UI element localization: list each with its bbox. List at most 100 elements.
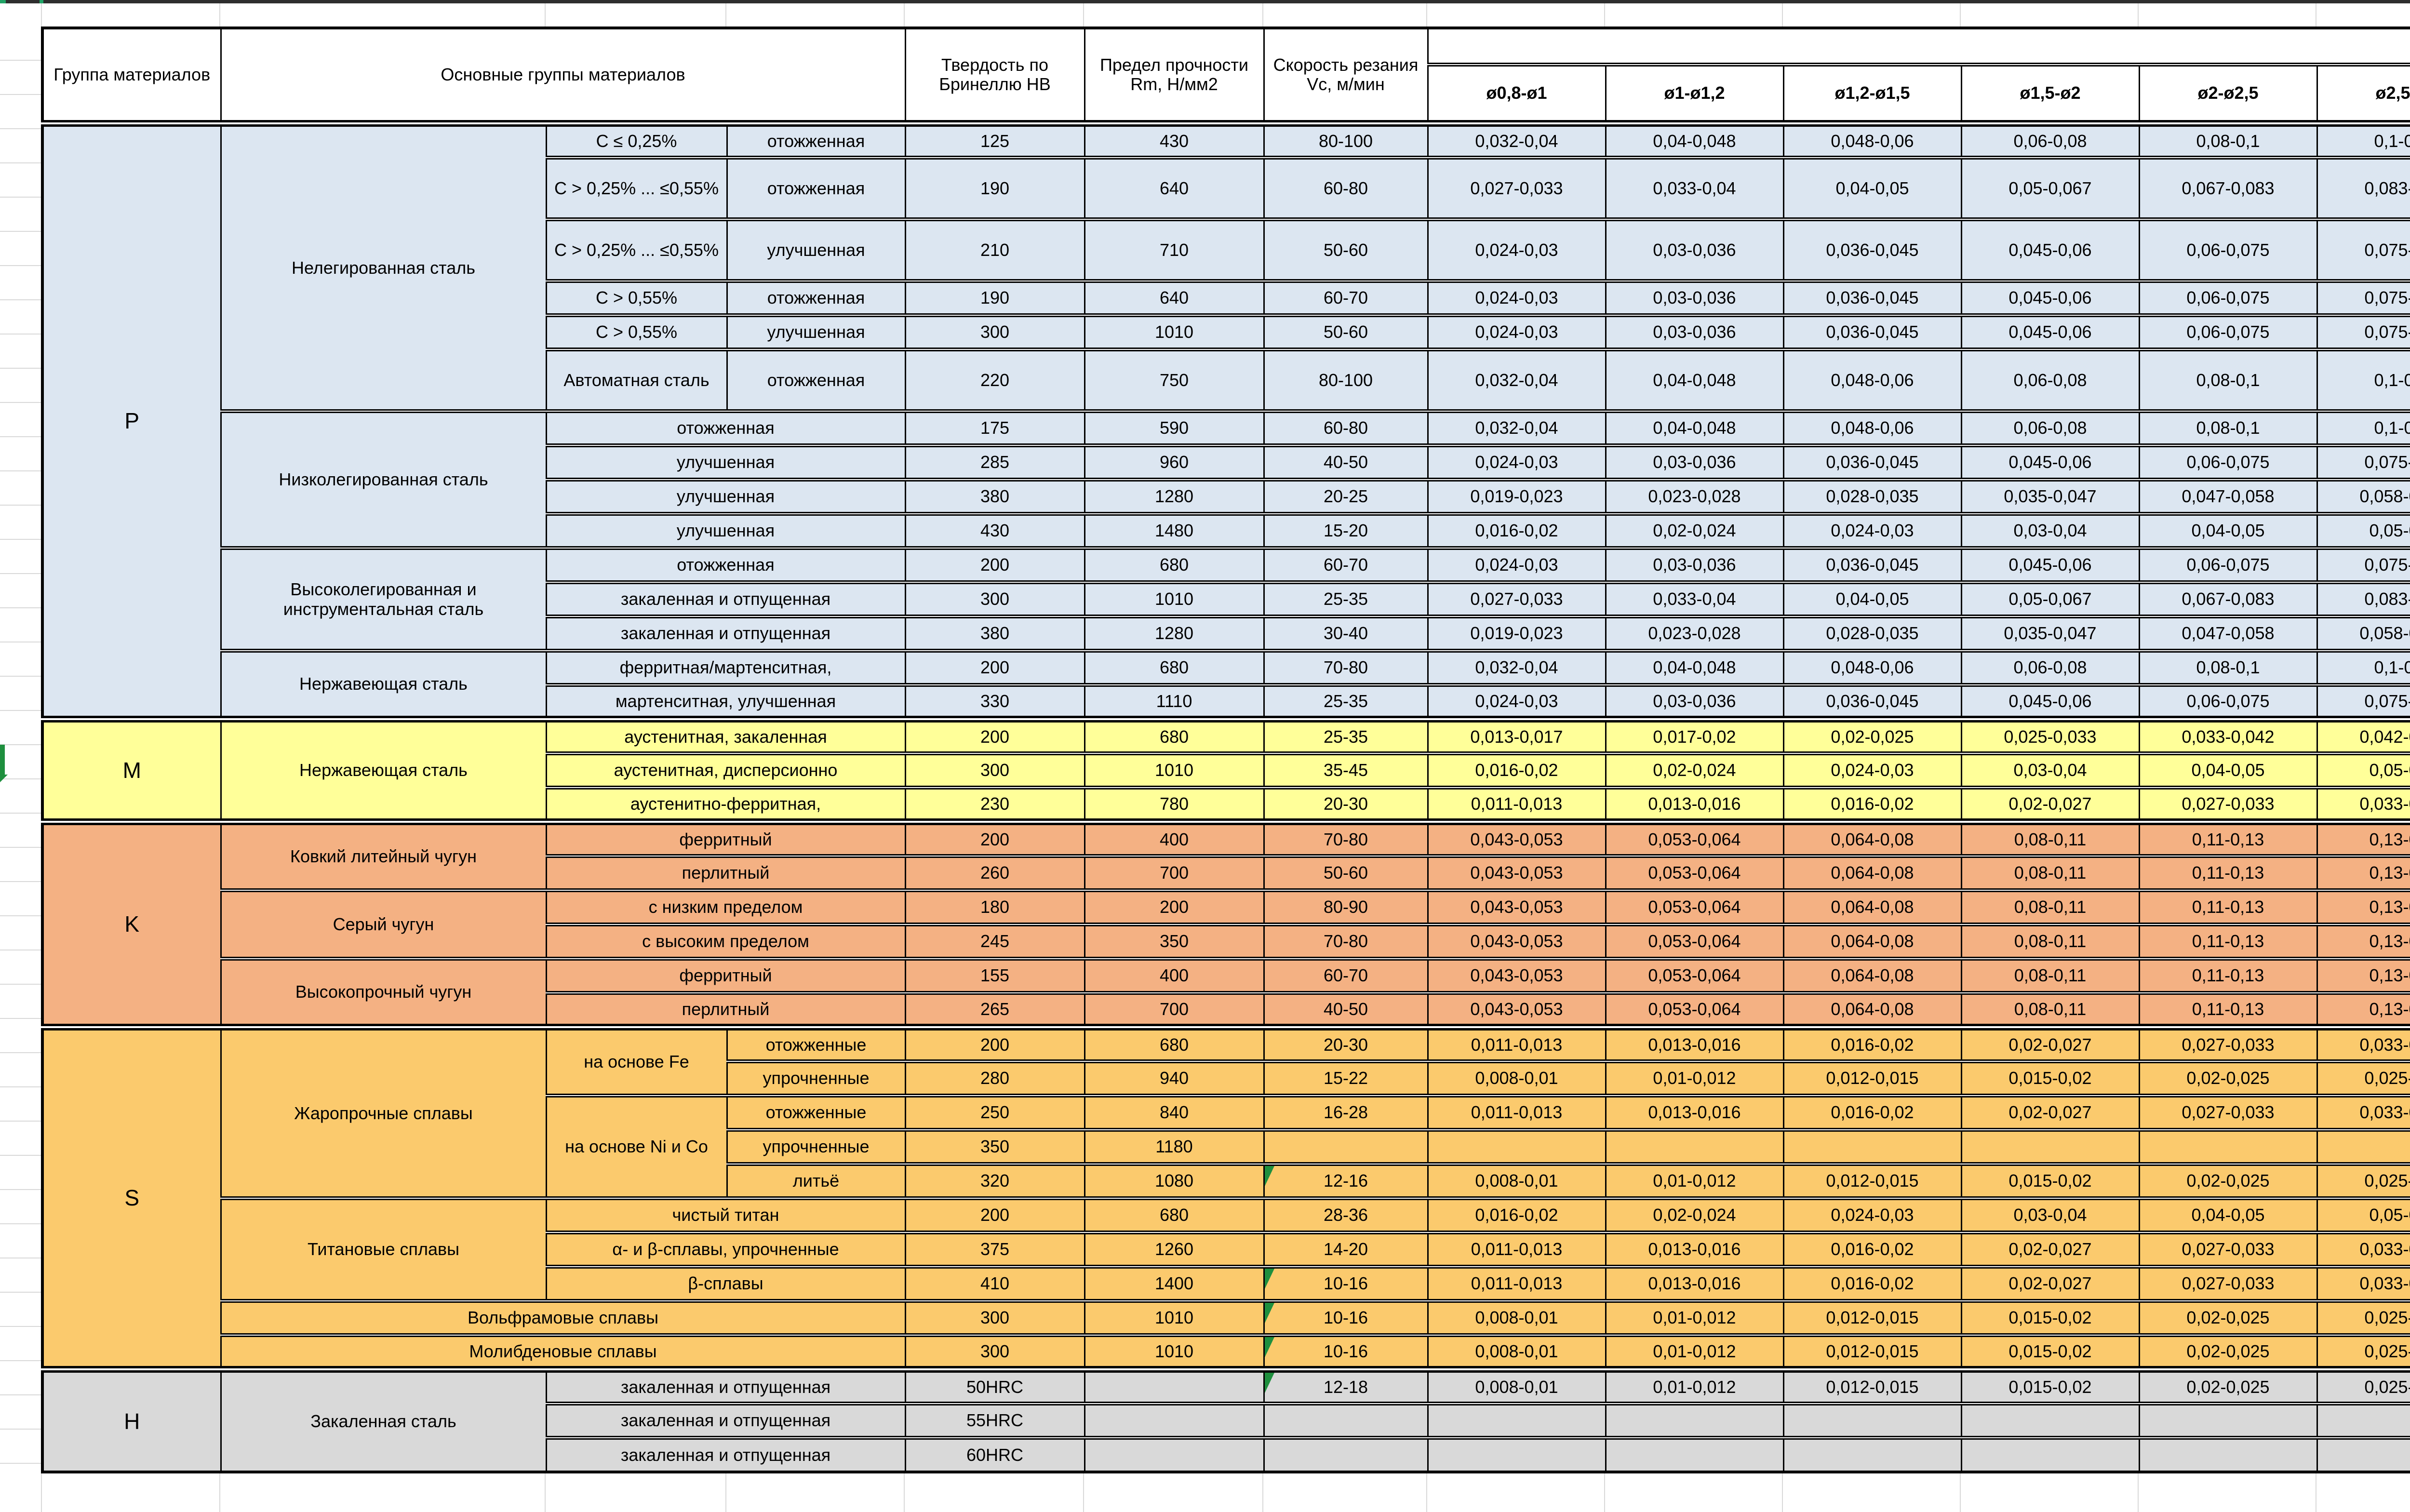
cell-strength[interactable]: 680 [1084, 651, 1264, 685]
cell-feed-value[interactable]: 0,043-0,053 [1428, 822, 1606, 856]
cell-speed[interactable]: 50-60 [1264, 856, 1428, 890]
cell-feed-value[interactable]: 0,015-0,02 [1961, 1369, 2139, 1404]
cell-material-subtype[interactable]: C > 0,55% [546, 281, 727, 315]
cell-feed-value[interactable]: 0,02-0,025 [2139, 1301, 2317, 1335]
cell-feed-value[interactable]: 0,027-0,033 [2139, 1027, 2317, 1061]
header-group[interactable]: Группа материалов [42, 28, 221, 123]
cell-feed-value[interactable]: 0,06-0,08 [1961, 411, 2139, 445]
cell-material-name[interactable]: Жаропрочные сплавы [221, 1027, 546, 1198]
cell-feed-value[interactable]: 0,1-0,16 [2317, 651, 2410, 685]
cell-feed-value[interactable]: 0,025-0,04 [2317, 1061, 2410, 1096]
cell-feed-value[interactable]: 0,064-0,08 [1783, 856, 1961, 890]
cell-hardness[interactable]: 200 [905, 1198, 1084, 1232]
cell-feed-value[interactable]: 0,08-0,11 [1961, 924, 2139, 959]
cell-feed-value[interactable]: 0,019-0,023 [1428, 480, 1606, 514]
cell-group-label[interactable]: M [42, 719, 221, 822]
cell-feed-value[interactable]: 0,05-0,08 [2317, 514, 2410, 548]
cell-hardness[interactable]: 60HRC [905, 1438, 1084, 1472]
cell-feed-value[interactable] [2139, 1404, 2317, 1438]
cell-feed-value[interactable]: 0,05-0,067 [1961, 582, 2139, 616]
cell-feed-value[interactable]: 0,024-0,03 [1428, 219, 1606, 281]
cell-hardness[interactable]: 125 [905, 123, 1084, 158]
cell-feed-value[interactable]: 0,008-0,01 [1428, 1369, 1606, 1404]
cell-hardness[interactable]: 380 [905, 616, 1084, 651]
cell-material-state[interactable]: закаленная и отпущенная [546, 1369, 905, 1404]
cell-feed-value[interactable]: 0,075-0,12 [2317, 219, 2410, 281]
cell-hardness[interactable]: 350 [905, 1130, 1084, 1164]
cell-speed[interactable]: 60-70 [1264, 281, 1428, 315]
cell-hardness[interactable]: 300 [905, 1335, 1084, 1369]
cell-hardness[interactable]: 250 [905, 1096, 1084, 1130]
cell-speed[interactable]: 80-100 [1264, 349, 1428, 411]
cell-feed-value[interactable]: 0,017-0,02 [1606, 719, 1783, 753]
cell-feed-value[interactable]: 0,027-0,033 [1428, 582, 1606, 616]
header-materials[interactable]: Основные группы материалов [221, 28, 905, 123]
cell-speed[interactable]: 20-30 [1264, 788, 1428, 822]
cell-feed-value[interactable]: 0,058-0,093 [2317, 616, 2410, 651]
cell-feed-value[interactable]: 0,06-0,075 [2139, 548, 2317, 582]
cell-feed-value[interactable]: 0,04-0,05 [2139, 1198, 2317, 1232]
cell-feed-value[interactable]: 0,028-0,035 [1783, 616, 1961, 651]
cell-feed-value[interactable]: 0,13-0,21 [2317, 856, 2410, 890]
cell-material-subtype[interactable]: на основе Fe [546, 1027, 727, 1096]
cell-feed-value[interactable]: 0,04-0,05 [1783, 158, 1961, 219]
cell-feed-value[interactable]: 0,023-0,028 [1606, 480, 1783, 514]
cell-feed-value[interactable] [1606, 1130, 1783, 1164]
cell-material-state[interactable]: мартенситная, улучшенная [546, 685, 905, 719]
cell-feed-value[interactable]: 0,025-0,04 [2317, 1164, 2410, 1198]
cell-feed-value[interactable]: 0,016-0,02 [1428, 1198, 1606, 1232]
cell-material-name[interactable]: Нержавеющая сталь [221, 719, 546, 822]
cell-feed-value[interactable]: 0,03-0,036 [1606, 685, 1783, 719]
cell-material-state[interactable]: с высоким пределом [546, 924, 905, 959]
cell-feed-value[interactable] [1606, 1438, 1783, 1472]
cell-feed-value[interactable]: 0,011-0,013 [1428, 1096, 1606, 1130]
cell-feed-value[interactable]: 0,027-0,033 [2139, 788, 2317, 822]
cell-speed[interactable]: 10-16 [1264, 1335, 1428, 1369]
cell-feed-value[interactable]: 0,025-0,033 [1961, 719, 2139, 753]
cell-strength[interactable]: 700 [1084, 993, 1264, 1027]
cell-material-state[interactable]: отожженные [727, 1027, 905, 1061]
cell-feed-value[interactable]: 0,047-0,058 [2139, 480, 2317, 514]
cell-strength[interactable]: 1010 [1084, 315, 1264, 349]
cell-feed-value[interactable]: 0,023-0,028 [1606, 616, 1783, 651]
cell-feed-value[interactable] [2139, 1130, 2317, 1164]
cell-material-state[interactable]: закаленная и отпущенная [546, 1438, 905, 1472]
cell-feed-value[interactable]: 0,045-0,06 [1961, 685, 2139, 719]
cell-feed-value[interactable]: 0,033-0,053 [2317, 1232, 2410, 1267]
cell-strength[interactable]: 680 [1084, 548, 1264, 582]
cell-feed-value[interactable]: 0,032-0,04 [1428, 411, 1606, 445]
cell-hardness[interactable]: 285 [905, 445, 1084, 480]
cell-hardness[interactable]: 265 [905, 993, 1084, 1027]
cell-feed-value[interactable]: 0,027-0,033 [1428, 158, 1606, 219]
cell-feed-value[interactable]: 0,012-0,015 [1783, 1335, 1961, 1369]
cell-feed-value[interactable]: 0,025-0,04 [2317, 1301, 2410, 1335]
cell-feed-value[interactable]: 0,013-0,016 [1606, 1027, 1783, 1061]
cell-hardness[interactable]: 190 [905, 158, 1084, 219]
cell-speed[interactable]: 16-28 [1264, 1096, 1428, 1130]
cell-feed-value[interactable]: 0,036-0,045 [1783, 281, 1961, 315]
cell-feed-value[interactable]: 0,047-0,058 [2139, 616, 2317, 651]
cell-feed-value[interactable]: 0,075-0,12 [2317, 281, 2410, 315]
header-diameter-col[interactable]: ø1,2-ø1,5 [1783, 65, 1961, 123]
cell-feed-value[interactable]: 0,13-0,21 [2317, 924, 2410, 959]
cell-strength[interactable]: 1280 [1084, 616, 1264, 651]
cell-speed[interactable]: 70-80 [1264, 651, 1428, 685]
cell-strength[interactable]: 940 [1084, 1061, 1264, 1096]
cell-speed[interactable]: 25-35 [1264, 685, 1428, 719]
cell-feed-value[interactable]: 0,011-0,013 [1428, 1027, 1606, 1061]
cell-feed-value[interactable]: 0,032-0,04 [1428, 349, 1606, 411]
cell-strength[interactable]: 960 [1084, 445, 1264, 480]
cell-hardness[interactable]: 300 [905, 753, 1084, 788]
cell-feed-value[interactable]: 0,11-0,13 [2139, 924, 2317, 959]
cell-feed-value[interactable]: 0,027-0,033 [2139, 1267, 2317, 1301]
cell-speed[interactable]: 70-80 [1264, 822, 1428, 856]
cell-feed-value[interactable]: 0,013-0,016 [1606, 1232, 1783, 1267]
cell-feed-value[interactable]: 0,08-0,1 [2139, 123, 2317, 158]
cell-feed-value[interactable]: 0,1-0,16 [2317, 123, 2410, 158]
cell-feed-value[interactable]: 0,024-0,03 [1783, 514, 1961, 548]
cell-feed-value[interactable] [2317, 1438, 2410, 1472]
cell-hardness[interactable]: 245 [905, 924, 1084, 959]
cell-feed-value[interactable]: 0,03-0,04 [1961, 514, 2139, 548]
cell-strength[interactable]: 680 [1084, 1027, 1264, 1061]
cell-strength[interactable]: 350 [1084, 924, 1264, 959]
